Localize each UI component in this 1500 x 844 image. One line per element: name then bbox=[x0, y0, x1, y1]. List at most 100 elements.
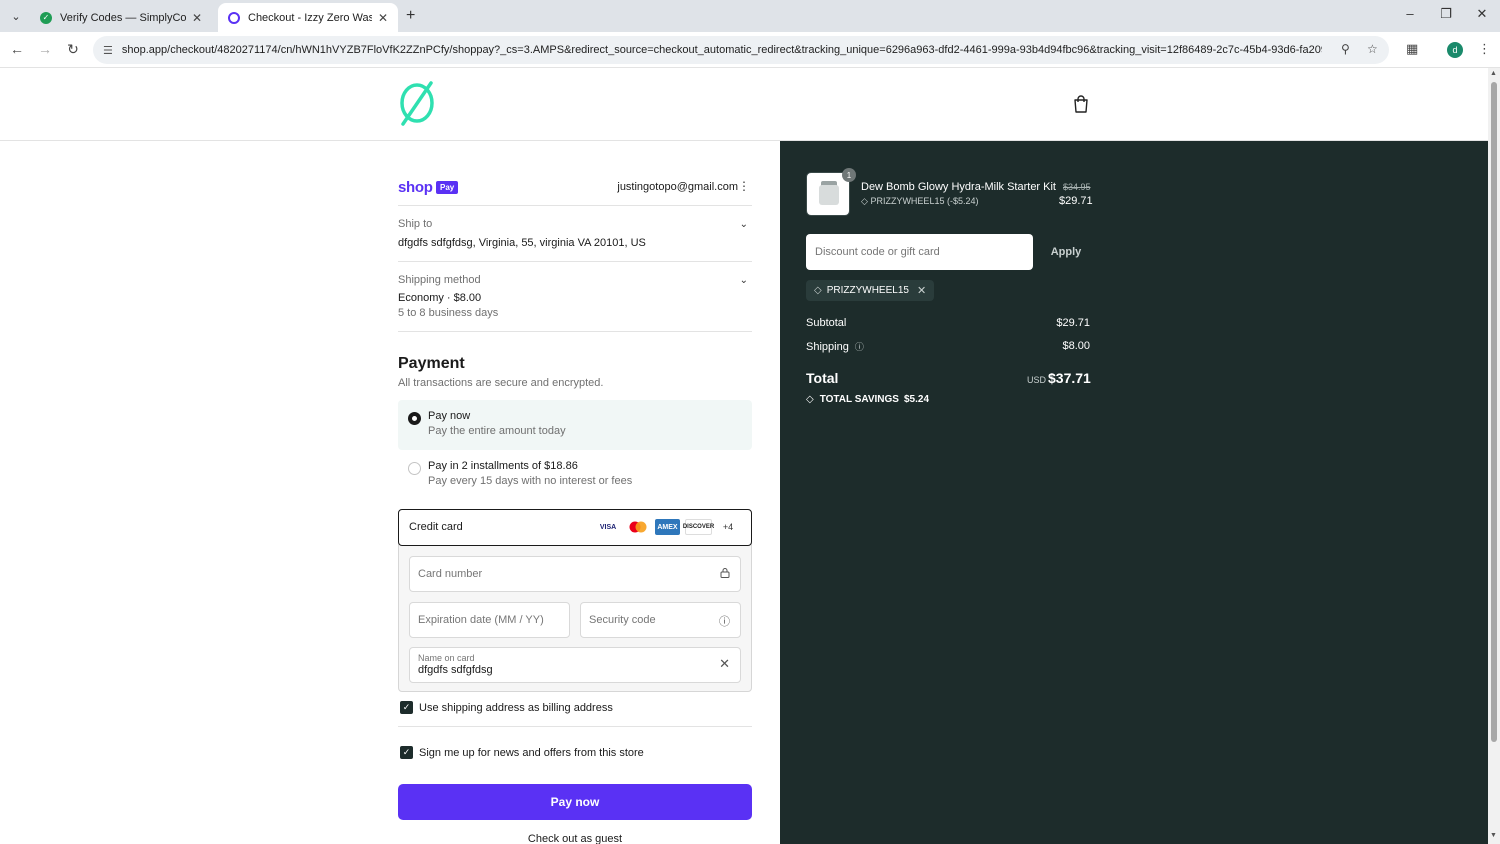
option-subtitle: Pay the entire amount today bbox=[428, 425, 566, 437]
more-card-brands: +4 bbox=[722, 522, 734, 532]
billing-address-checkbox-row[interactable]: ✓ Use shipping address as billing addres… bbox=[398, 700, 752, 718]
divider bbox=[398, 331, 752, 332]
tab-title: Checkout - Izzy Zero Waste Be bbox=[248, 11, 372, 24]
tag-icon: ◇ bbox=[861, 196, 868, 206]
forward-arrow-icon[interactable]: → bbox=[36, 41, 54, 57]
card-number-placeholder: Card number bbox=[418, 568, 483, 580]
scroll-up-icon[interactable]: ▲ bbox=[1490, 70, 1497, 77]
savings-label: TOTAL SAVINGS bbox=[819, 394, 899, 405]
close-window-icon[interactable]: ✕ bbox=[1472, 6, 1492, 22]
discount-code-input[interactable]: Discount code or gift card bbox=[806, 234, 1033, 270]
security-code-placeholder: Security code bbox=[589, 614, 656, 626]
name-on-card-label: Name on card bbox=[418, 653, 475, 663]
scroll-down-icon[interactable]: ▼ bbox=[1490, 832, 1497, 839]
divider bbox=[398, 205, 752, 206]
apply-discount-button[interactable]: Apply bbox=[1041, 234, 1091, 270]
discover-icon: DISCOVER bbox=[683, 519, 714, 535]
zoom-icon[interactable]: ⚲ bbox=[1341, 42, 1350, 56]
url-text: shop.app/checkout/4820271174/cn/hWN1hVYZ… bbox=[121, 44, 1322, 56]
total-savings: ◇ TOTAL SAVINGS $5.24 bbox=[806, 394, 929, 405]
amex-icon: AMEX bbox=[655, 519, 680, 535]
credit-card-section: Credit card VISA AMEX DISCOVER +4 Card n… bbox=[398, 509, 752, 692]
account-email: justingotopo@gmail.com bbox=[617, 181, 738, 193]
shipping-label: Shipping ⓘ bbox=[806, 340, 864, 353]
restore-window-icon[interactable]: ❐ bbox=[1436, 6, 1456, 22]
total-label: Total bbox=[806, 370, 839, 386]
browser-tab-checkout[interactable]: Checkout - Izzy Zero Waste Be ✕ bbox=[218, 3, 398, 32]
security-code-input[interactable]: Security code ⓘ bbox=[580, 602, 741, 638]
total-value: $37.71 bbox=[1048, 370, 1091, 386]
pay-now-button[interactable]: Pay now bbox=[398, 784, 752, 820]
total-currency: USD bbox=[1027, 375, 1047, 385]
close-tab-icon[interactable]: ✕ bbox=[192, 11, 202, 25]
divider bbox=[398, 726, 752, 727]
help-circle-icon[interactable]: ⓘ bbox=[719, 613, 730, 629]
checkout-as-guest-link[interactable]: Check out as guest bbox=[398, 833, 752, 844]
shipping-method-chevron-down-icon[interactable]: ⌄ bbox=[740, 275, 748, 286]
card-number-input[interactable]: Card number bbox=[409, 556, 741, 592]
newsletter-checkbox[interactable]: ✓ bbox=[400, 746, 413, 759]
shipping-method-value: Economy · $8.00 bbox=[398, 292, 482, 304]
back-arrow-icon[interactable]: ← bbox=[8, 41, 26, 57]
store-header bbox=[0, 68, 1488, 141]
tag-icon: ◇ bbox=[806, 394, 814, 405]
subtotal-value: $29.71 bbox=[1056, 317, 1090, 329]
pay-now-radio[interactable] bbox=[408, 412, 421, 425]
browser-toolbar: ← → ↻ ☰ shop.app/checkout/4820271174/cn/… bbox=[0, 32, 1500, 68]
address-bar[interactable]: ☰ shop.app/checkout/4820271174/cn/hWN1hV… bbox=[93, 36, 1389, 64]
account-menu-icon[interactable]: ⋮ bbox=[738, 179, 750, 193]
close-tab-icon[interactable]: ✕ bbox=[378, 11, 388, 25]
extensions-puzzle-icon[interactable]: ▦ bbox=[1406, 41, 1418, 57]
reload-icon[interactable]: ↻ bbox=[64, 41, 82, 58]
product-price: $29.71 bbox=[1059, 195, 1093, 207]
subtotal-label: Subtotal bbox=[806, 317, 847, 329]
tab-search-chevron-icon[interactable]: ⌄ bbox=[6, 7, 26, 25]
profile-avatar[interactable]: d bbox=[1447, 42, 1463, 58]
shipping-method-eta: 5 to 8 business days bbox=[398, 307, 499, 319]
simplycodes-favicon-icon: ✓ bbox=[40, 11, 52, 24]
page-scrollbar[interactable]: ▲ ▼ bbox=[1488, 68, 1500, 844]
minimize-window-icon[interactable]: – bbox=[1400, 6, 1420, 21]
name-on-card-input[interactable]: Name on card dfgdfs sdfgfdsg ✕ bbox=[409, 647, 741, 683]
shop-pay-logo: shop bbox=[398, 179, 433, 196]
product-discount: ◇ PRIZZYWHEEL15 (-$5.24) bbox=[861, 196, 978, 207]
site-settings-icon[interactable]: ☰ bbox=[103, 44, 113, 57]
ship-to-chevron-down-icon[interactable]: ⌄ bbox=[740, 219, 748, 230]
browser-menu-icon[interactable]: ⋮ bbox=[1478, 41, 1491, 57]
bookmark-star-icon[interactable]: ☆ bbox=[1367, 42, 1378, 56]
pay-installments-option[interactable]: Pay in 2 installments of $18.86 Pay ever… bbox=[398, 450, 752, 500]
new-tab-plus-icon[interactable]: + bbox=[406, 7, 415, 25]
shopping-bag-icon[interactable] bbox=[1073, 95, 1089, 113]
billing-address-label: Use shipping address as billing address bbox=[419, 702, 613, 714]
payment-title: Payment bbox=[398, 355, 465, 372]
info-icon[interactable]: ⓘ bbox=[855, 342, 864, 352]
product-discount-text: PRIZZYWHEEL15 (-$5.24) bbox=[870, 196, 979, 206]
tag-icon: ◇ bbox=[814, 285, 822, 296]
expiration-date-input[interactable]: Expiration date (MM / YY) bbox=[409, 602, 570, 638]
payment-subtitle: All transactions are secure and encrypte… bbox=[398, 377, 604, 389]
remove-discount-icon[interactable]: ✕ bbox=[917, 284, 926, 297]
applied-code: PRIZZYWHEEL15 bbox=[826, 285, 909, 296]
shop-pay-account-row: shop Pay justingotopo@gmail.com ⋮ bbox=[398, 179, 752, 205]
visa-icon: VISA bbox=[599, 523, 617, 531]
clear-field-icon[interactable]: ✕ bbox=[719, 656, 730, 672]
option-subtitle: Pay every 15 days with no interest or fe… bbox=[428, 475, 633, 487]
credit-card-option[interactable]: Credit card VISA AMEX DISCOVER +4 bbox=[398, 509, 752, 546]
savings-value: $5.24 bbox=[903, 394, 930, 405]
credit-card-label: Credit card bbox=[409, 521, 463, 533]
lock-icon bbox=[720, 567, 730, 581]
newsletter-checkbox-row[interactable]: ✓ Sign me up for news and offers from th… bbox=[398, 745, 752, 763]
option-title: Pay in 2 installments of $18.86 bbox=[428, 460, 578, 472]
pay-now-option[interactable]: Pay now Pay the entire amount today bbox=[398, 400, 752, 450]
newsletter-label: Sign me up for news and offers from this… bbox=[419, 747, 644, 759]
ship-to-address: dfgdfs sdfgfdsg, Virginia, 55, virginia … bbox=[398, 237, 646, 249]
store-logo-icon[interactable] bbox=[398, 80, 436, 126]
shipping-value: $8.00 bbox=[1062, 340, 1090, 352]
mastercard-icon bbox=[626, 519, 650, 535]
applied-discount-chip: ◇ PRIZZYWHEEL15 ✕ bbox=[806, 280, 935, 301]
billing-address-checkbox[interactable]: ✓ bbox=[400, 701, 413, 714]
pay-installments-radio[interactable] bbox=[408, 462, 421, 475]
shipping-label-text: Shipping bbox=[806, 341, 849, 353]
scrollbar-thumb[interactable] bbox=[1491, 82, 1497, 742]
browser-tab-simplycodes[interactable]: ✓ Verify Codes — SimplyCodes ✕ bbox=[30, 3, 212, 32]
